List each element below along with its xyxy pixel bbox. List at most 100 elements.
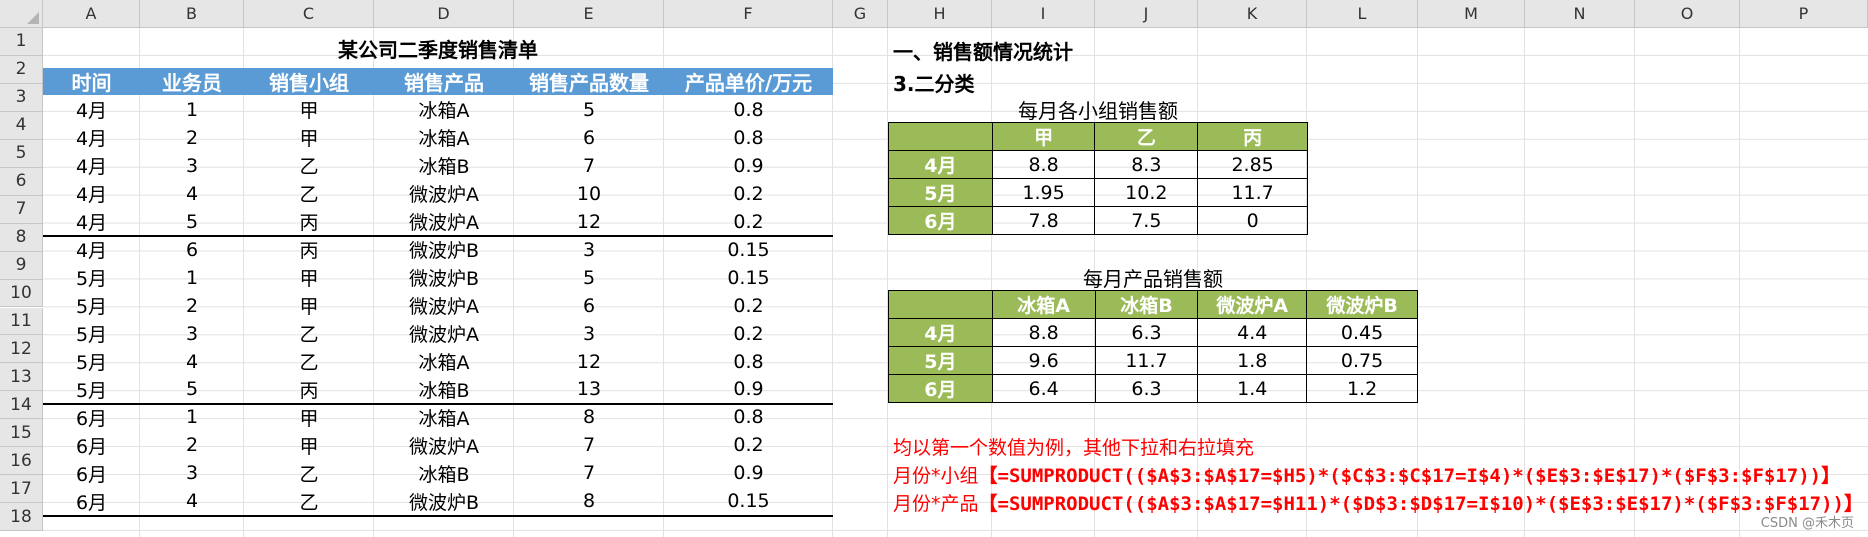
table-cell[interactable]: 4: [140, 487, 244, 515]
table-cell[interactable]: 5月: [43, 348, 140, 376]
row-header-4[interactable]: 4: [0, 111, 43, 140]
row-header-6[interactable]: 6: [0, 167, 43, 196]
table-cell[interactable]: 乙: [244, 348, 374, 376]
table-cell[interactable]: 5月: [43, 376, 140, 404]
table-cell[interactable]: 5月: [43, 264, 140, 292]
table-cell[interactable]: 1: [140, 403, 244, 431]
table-cell[interactable]: 乙: [244, 320, 374, 348]
row-header-8[interactable]: 8: [0, 223, 43, 252]
pivot1-row-header[interactable]: 6月: [888, 206, 993, 235]
table-cell[interactable]: 1: [140, 264, 244, 292]
column-header-i[interactable]: I: [992, 0, 1095, 28]
table-cell[interactable]: 7: [514, 431, 664, 459]
table-cell[interactable]: 6月: [43, 487, 140, 515]
table-header-2[interactable]: 销售小组: [244, 68, 374, 95]
table-cell[interactable]: 6月: [43, 459, 140, 487]
table-cell[interactable]: 甲: [244, 431, 374, 459]
table-cell[interactable]: 冰箱A: [374, 403, 514, 431]
row-header-16[interactable]: 16: [0, 447, 43, 476]
table-cell[interactable]: 5月: [43, 320, 140, 348]
row-header-18[interactable]: 18: [0, 503, 43, 532]
pivot2-value-cell[interactable]: 1.8: [1197, 346, 1308, 375]
table-cell[interactable]: 0.15: [664, 236, 833, 264]
pivot1-row-header[interactable]: 5月: [888, 178, 993, 207]
table-cell[interactable]: 微波炉A: [374, 292, 514, 320]
table-cell[interactable]: 丙: [244, 208, 374, 236]
table-header-1[interactable]: 业务员: [140, 68, 244, 95]
row-header-7[interactable]: 7: [0, 195, 43, 224]
table-cell[interactable]: 4月: [43, 96, 140, 124]
table-cell[interactable]: 12: [514, 208, 664, 236]
table-cell[interactable]: 2: [140, 124, 244, 152]
table-cell[interactable]: 4月: [43, 180, 140, 208]
table-cell[interactable]: 8: [514, 403, 664, 431]
table-cell[interactable]: 0.2: [664, 292, 833, 320]
pivot2-value-cell[interactable]: 6.4: [991, 374, 1096, 403]
table-cell[interactable]: 冰箱B: [374, 376, 514, 404]
table-cell[interactable]: 0.9: [664, 459, 833, 487]
table-cell[interactable]: 6: [140, 236, 244, 264]
table-cell[interactable]: 5: [514, 264, 664, 292]
pivot1-col-header[interactable]: 甲: [991, 122, 1096, 151]
table-cell[interactable]: 3: [514, 320, 664, 348]
row-header-1[interactable]: 1: [0, 28, 43, 56]
row-header-11[interactable]: 11: [0, 307, 43, 336]
column-header-b[interactable]: B: [140, 0, 244, 28]
note-line-1[interactable]: 均以第一个数值为例，其他下拉和右拉填充: [893, 432, 1254, 460]
column-header-f[interactable]: F: [664, 0, 833, 28]
pivot2-corner-cell[interactable]: [888, 290, 993, 319]
table-cell[interactable]: 0.8: [664, 348, 833, 376]
column-header-a[interactable]: A: [43, 0, 140, 28]
pivot2-row-header[interactable]: 6月: [888, 374, 993, 403]
table-cell[interactable]: 甲: [244, 264, 374, 292]
table-cell[interactable]: 8: [514, 487, 664, 515]
table-cell[interactable]: 6: [514, 124, 664, 152]
table-cell[interactable]: 甲: [244, 96, 374, 124]
table-cell[interactable]: 10: [514, 180, 664, 208]
table-header-3[interactable]: 销售产品: [374, 68, 514, 95]
pivot1-value-cell[interactable]: 7.5: [1094, 206, 1199, 235]
table-cell[interactable]: 微波炉B: [374, 264, 514, 292]
table-header-0[interactable]: 时间: [43, 68, 140, 95]
pivot2-col-header[interactable]: 微波炉B: [1306, 290, 1418, 319]
row-header-9[interactable]: 9: [0, 251, 43, 280]
note-line-3[interactable]: 月份*产品 【=SUMPRODUCT(($A$3:$A$17=$H11)*($D…: [893, 488, 1863, 516]
pivot2-col-header[interactable]: 冰箱A: [991, 290, 1096, 319]
pivot2-col-header[interactable]: 冰箱B: [1094, 290, 1199, 319]
table-cell[interactable]: 2: [140, 292, 244, 320]
pivot2-value-cell[interactable]: 1.2: [1306, 374, 1418, 403]
column-header-j[interactable]: J: [1095, 0, 1198, 28]
pivot2-value-cell[interactable]: 11.7: [1094, 346, 1199, 375]
table-cell[interactable]: 4月: [43, 236, 140, 264]
row-header-2[interactable]: 2: [0, 55, 43, 84]
note-line-2[interactable]: 月份*小组 【=SUMPRODUCT(($A$3:$A$17=$H5)*($C$…: [893, 460, 1840, 488]
table-cell[interactable]: 微波炉A: [374, 208, 514, 236]
pivot2-col-header[interactable]: 微波炉A: [1197, 290, 1308, 319]
pivot1-corner-cell[interactable]: [888, 122, 993, 151]
table-cell[interactable]: 6: [514, 292, 664, 320]
pivot1-value-cell[interactable]: 8.3: [1094, 150, 1199, 179]
table-cell[interactable]: 微波炉B: [374, 487, 514, 515]
table-cell[interactable]: 0.8: [664, 403, 833, 431]
sheet-title[interactable]: 某公司二季度销售清单: [43, 29, 833, 68]
table-cell[interactable]: 0.9: [664, 152, 833, 180]
table-cell[interactable]: 13: [514, 376, 664, 404]
table-cell[interactable]: 0.8: [664, 124, 833, 152]
table-cell[interactable]: 0.2: [664, 180, 833, 208]
table-cell[interactable]: 5: [140, 376, 244, 404]
column-header-m[interactable]: M: [1418, 0, 1525, 28]
pivot1-value-cell[interactable]: 0: [1197, 206, 1308, 235]
row-header-5[interactable]: 5: [0, 139, 43, 168]
column-header-k[interactable]: K: [1198, 0, 1307, 28]
table-cell[interactable]: 7: [514, 459, 664, 487]
table-cell[interactable]: 4月: [43, 152, 140, 180]
pivot2-value-cell[interactable]: 9.6: [991, 346, 1096, 375]
row-header-15[interactable]: 15: [0, 419, 43, 448]
column-header-n[interactable]: N: [1525, 0, 1635, 28]
pivot2-value-cell[interactable]: 0.45: [1306, 318, 1418, 347]
table-cell[interactable]: 0.15: [664, 487, 833, 515]
row-header-3[interactable]: 3: [0, 83, 43, 112]
pivot2-value-cell[interactable]: 1.4: [1197, 374, 1308, 403]
table-cell[interactable]: 4: [140, 180, 244, 208]
table-cell[interactable]: 3: [514, 236, 664, 264]
